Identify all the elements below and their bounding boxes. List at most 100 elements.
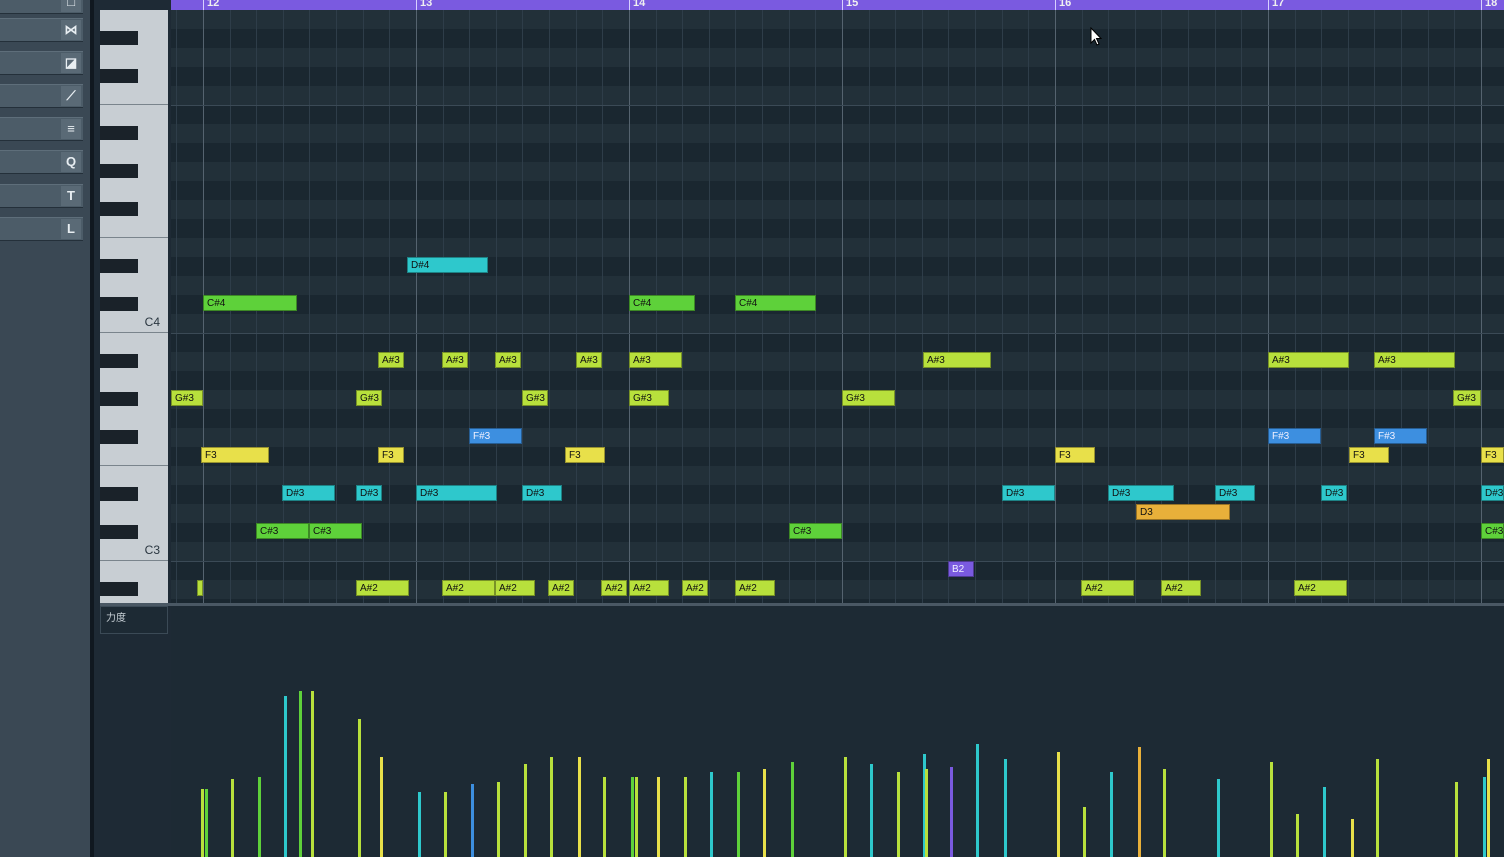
- midi-note[interactable]: A#3: [629, 352, 682, 368]
- line-tool[interactable]: ⟋: [0, 84, 83, 108]
- text-tool[interactable]: T: [0, 184, 83, 208]
- midi-note[interactable]: D#3: [1481, 485, 1504, 501]
- midi-note[interactable]: F3: [1055, 447, 1095, 463]
- velocity-bar[interactable]: [844, 757, 847, 857]
- midi-note[interactable]: F#3: [1374, 428, 1427, 444]
- midi-note[interactable]: A#3: [495, 352, 521, 368]
- panel-separator[interactable]: [90, 0, 94, 857]
- black-key[interactable]: [100, 354, 138, 368]
- velocity-bar[interactable]: [657, 777, 660, 857]
- velocity-bar[interactable]: [1483, 777, 1486, 857]
- velocity-bar[interactable]: [950, 767, 953, 857]
- black-key[interactable]: [100, 525, 138, 539]
- midi-note[interactable]: F3: [565, 447, 605, 463]
- midi-note[interactable]: C#3: [1481, 523, 1504, 539]
- piano-keyboard[interactable]: C4C3C2: [100, 10, 168, 604]
- velocity-bar[interactable]: [231, 779, 234, 857]
- midi-note[interactable]: F#3: [1268, 428, 1321, 444]
- velocity-bar[interactable]: [710, 772, 713, 857]
- midi-note[interactable]: A#2: [1294, 580, 1347, 596]
- black-key[interactable]: [100, 126, 138, 140]
- velocity-bar[interactable]: [284, 696, 287, 857]
- velocity-bar[interactable]: [1004, 759, 1007, 857]
- velocity-bar[interactable]: [380, 757, 383, 857]
- velocity-bar[interactable]: [791, 762, 794, 857]
- midi-note[interactable]: G#3: [522, 390, 548, 406]
- velocity-bar[interactable]: [603, 777, 606, 857]
- velocity-bar[interactable]: [471, 784, 474, 857]
- velocity-bar[interactable]: [897, 772, 900, 857]
- midi-note[interactable]: A#2: [356, 580, 409, 596]
- quantize-tool[interactable]: Q: [0, 150, 83, 174]
- velocity-bar[interactable]: [205, 789, 208, 857]
- midi-note[interactable]: F#3: [469, 428, 522, 444]
- velocity-bar[interactable]: [1376, 759, 1379, 857]
- length-tool[interactable]: L: [0, 217, 83, 241]
- midi-note[interactable]: G#3: [171, 390, 203, 406]
- velocity-bar[interactable]: [524, 764, 527, 857]
- midi-note[interactable]: A#2: [682, 580, 708, 596]
- midi-note[interactable]: G#3: [629, 390, 669, 406]
- midi-note[interactable]: A#3: [923, 352, 991, 368]
- velocity-bar[interactable]: [299, 691, 302, 857]
- velocity-bar[interactable]: [1455, 782, 1458, 857]
- black-key[interactable]: [100, 430, 138, 444]
- velocity-bar[interactable]: [737, 772, 740, 857]
- velocity-bar[interactable]: [763, 769, 766, 857]
- velocity-bar[interactable]: [1138, 747, 1141, 857]
- velocity-bar[interactable]: [1323, 787, 1326, 857]
- velocity-bar[interactable]: [444, 792, 447, 857]
- velocity-bar[interactable]: [1083, 807, 1086, 857]
- midi-note[interactable]: G#3: [356, 390, 382, 406]
- midi-note[interactable]: C#4: [735, 295, 816, 311]
- velocity-bar[interactable]: [635, 777, 638, 857]
- velocity-bar[interactable]: [418, 792, 421, 857]
- velocity-bar[interactable]: [1296, 814, 1299, 857]
- midi-note[interactable]: D#3: [1108, 485, 1174, 501]
- velocity-bar[interactable]: [201, 789, 204, 857]
- midi-note[interactable]: C#3: [256, 523, 309, 539]
- black-key[interactable]: [100, 259, 138, 273]
- velocity-bar[interactable]: [1351, 819, 1354, 857]
- midi-note[interactable]: A#2: [1081, 580, 1134, 596]
- velocity-bar[interactable]: [578, 757, 581, 857]
- midi-note[interactable]: D#4: [407, 257, 488, 273]
- midi-note[interactable]: F3: [1481, 447, 1504, 463]
- midi-note[interactable]: F3: [201, 447, 269, 463]
- black-key[interactable]: [100, 487, 138, 501]
- midi-note[interactable]: F3: [378, 447, 404, 463]
- midi-note[interactable]: D#3: [282, 485, 335, 501]
- velocity-bar[interactable]: [1110, 772, 1113, 857]
- mute-tool[interactable]: ◪: [0, 51, 83, 75]
- note-grid[interactable]: D#4 C#4 C#4 C#4 A#3 A#3 A#3 A#3 A#3 A#3 A#3 A#3 G#3 G…: [171, 10, 1504, 604]
- midi-note[interactable]: A#2: [495, 580, 535, 596]
- midi-note[interactable]: D#3: [1215, 485, 1255, 501]
- velocity-bar[interactable]: [358, 719, 361, 857]
- velocity-lane-header[interactable]: 力度: [100, 606, 168, 634]
- midi-note[interactable]: D#3: [356, 485, 382, 501]
- velocity-bar[interactable]: [976, 744, 979, 857]
- midi-note[interactable]: A#2: [601, 580, 627, 596]
- velocity-bar[interactable]: [1217, 779, 1220, 857]
- black-key[interactable]: [100, 164, 138, 178]
- velocity-bar[interactable]: [1487, 759, 1490, 857]
- midi-note[interactable]: A#3: [576, 352, 602, 368]
- midi-note[interactable]: F3: [1349, 447, 1389, 463]
- midi-note[interactable]: [197, 580, 203, 596]
- velocity-bar[interactable]: [870, 764, 873, 857]
- select-tool[interactable]: □: [0, 0, 83, 14]
- midi-note[interactable]: C#3: [309, 523, 362, 539]
- midi-note[interactable]: D#3: [1321, 485, 1347, 501]
- velocity-bar[interactable]: [550, 757, 553, 857]
- midi-note[interactable]: C#4: [629, 295, 695, 311]
- midi-note[interactable]: A#3: [442, 352, 468, 368]
- midi-note[interactable]: D3: [1136, 504, 1230, 520]
- midi-note[interactable]: B2: [948, 561, 974, 577]
- midi-note[interactable]: A#2: [735, 580, 775, 596]
- velocity-bar[interactable]: [1057, 752, 1060, 857]
- midi-note[interactable]: A#3: [1268, 352, 1349, 368]
- black-key[interactable]: [100, 31, 138, 45]
- midi-note[interactable]: C#3: [789, 523, 842, 539]
- midi-note[interactable]: G#3: [1453, 390, 1481, 406]
- velocity-bar[interactable]: [258, 777, 261, 857]
